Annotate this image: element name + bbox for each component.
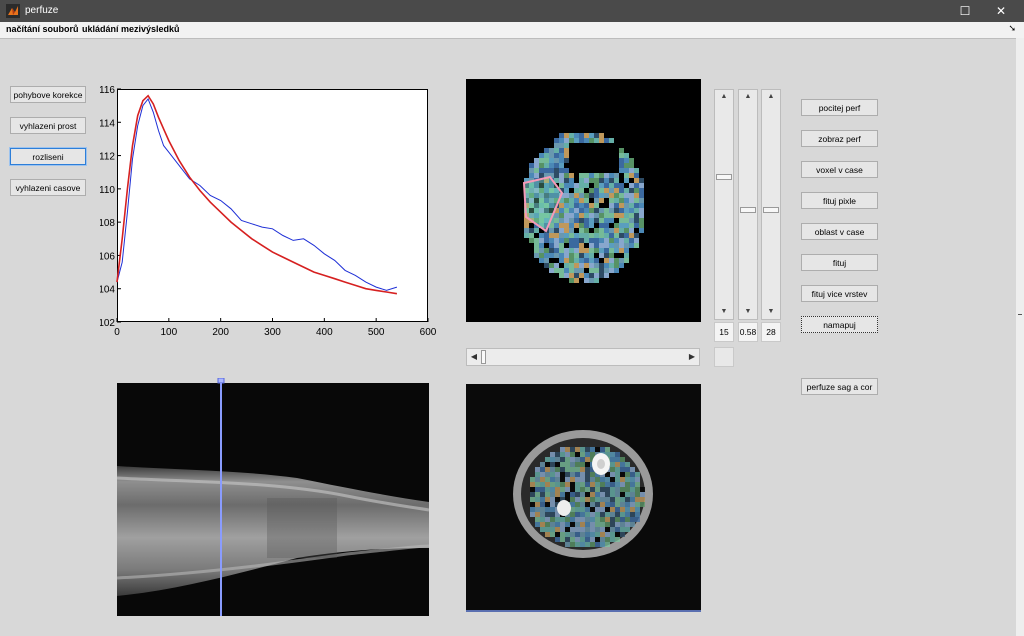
y-tick-label: 114 xyxy=(100,118,115,129)
right-window-edge xyxy=(1016,38,1024,636)
fit-multiple-slices-button[interactable]: fituj vice vrstev xyxy=(801,285,878,302)
resolution-button[interactable]: rozliseni xyxy=(9,147,87,166)
matlab-figure-icon xyxy=(6,4,20,18)
slider-3-thumb[interactable] xyxy=(763,207,779,214)
slice-slider-thumb[interactable] xyxy=(481,350,486,364)
x-tick-label: 600 xyxy=(420,327,437,338)
close-button[interactable]: ✕ xyxy=(984,2,1018,20)
title-bar: perfuze ☐ ✕ xyxy=(0,0,1024,22)
map-button[interactable]: namapuj xyxy=(801,316,878,333)
menu-item-save-results[interactable]: ukládání mezivýsledků xyxy=(82,24,180,34)
y-tick-label: 112 xyxy=(100,152,115,163)
slice-value-box xyxy=(714,347,734,367)
toolbar-toggle-icon[interactable]: ➘ xyxy=(1008,23,1016,34)
slice-slider[interactable]: ◀ ▶ xyxy=(466,348,700,366)
y-tick-label: 106 xyxy=(100,251,115,262)
y-tick-label: 104 xyxy=(100,285,115,296)
slider-3[interactable]: ▲ ▼ xyxy=(761,89,781,320)
x-tick-label: 400 xyxy=(316,327,333,338)
axial-mri-overlay-image xyxy=(466,384,701,612)
menu-item-load-files[interactable]: načítání souborů xyxy=(6,24,79,34)
measured-signal-line xyxy=(116,98,398,291)
temporal-smoothing-button[interactable]: vyhlazeni casove xyxy=(10,179,86,196)
show-perfusion-button[interactable]: zobraz perf xyxy=(801,130,878,147)
time-curve-chart: 0 100 200 300 400 500 600 102 104 106 108 110 112 114… xyxy=(100,85,437,338)
y-tick-label: 102 xyxy=(100,318,115,329)
slider-2[interactable]: ▲ ▼ xyxy=(738,89,758,320)
fit-button[interactable]: fituj xyxy=(801,254,878,271)
maximize-button[interactable]: ☐ xyxy=(948,2,982,20)
x-tick-label: 500 xyxy=(368,327,385,338)
fit-pixels-button[interactable]: fituj pixle xyxy=(801,192,878,209)
region-in-time-button[interactable]: oblast v case xyxy=(801,223,878,240)
perfusion-map-image xyxy=(466,79,701,322)
y-tick-label: 110 xyxy=(100,185,115,196)
window-title: perfuze xyxy=(25,5,59,16)
fitted-curve-line xyxy=(116,94,398,295)
x-tick-label: 200 xyxy=(212,327,229,338)
compute-perfusion-button[interactable]: pocitej perf xyxy=(801,99,878,116)
slider-1-thumb[interactable] xyxy=(716,174,732,181)
slider-1-value: 15 xyxy=(714,322,734,342)
motion-correction-button[interactable]: pohybove korekce xyxy=(10,86,86,103)
x-tick-label: 0 xyxy=(114,327,120,338)
slider-2-value: 0.58 xyxy=(738,322,758,342)
x-tick-label: 100 xyxy=(160,327,177,338)
voxel-in-time-button[interactable]: voxel v case xyxy=(801,161,878,178)
slider-3-value: 28 xyxy=(761,322,781,342)
sagittal-mri-image xyxy=(117,378,429,616)
slider-1[interactable]: ▲ ▼ xyxy=(714,89,734,320)
y-tick-label: 116 xyxy=(100,85,115,96)
y-tick-label: 108 xyxy=(100,218,115,229)
menu-bar: načítání souborů ukládání mezivýsledků ➘ xyxy=(0,22,1024,39)
x-tick-label: 300 xyxy=(264,327,281,338)
slider-2-thumb[interactable] xyxy=(740,207,756,214)
spatial-smoothing-button[interactable]: vyhlazeni prost xyxy=(10,117,86,134)
perfusion-sag-cor-button[interactable]: perfuze sag a cor xyxy=(801,378,878,395)
